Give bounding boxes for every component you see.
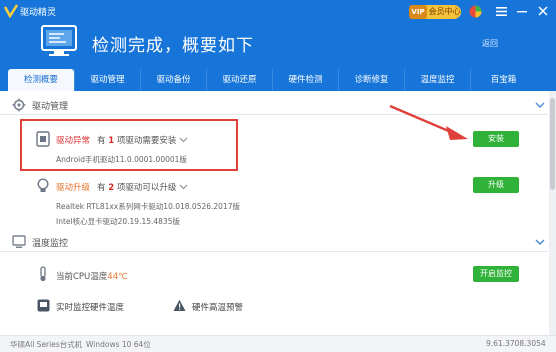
- close-icon[interactable]: [536, 4, 550, 18]
- return-link[interactable]: 返回: [482, 38, 498, 49]
- summary-header: 检测完成，概要如下 返回: [0, 22, 556, 69]
- vip-center-button[interactable]: VIP 会员中心: [409, 5, 461, 19]
- realtime-monitor-icon: [37, 299, 50, 312]
- upgrade-bulb-icon: [37, 178, 49, 192]
- upgrade-count: 2: [108, 183, 115, 193]
- page-title: 检测完成，概要如下: [92, 36, 254, 56]
- warning-icon: [173, 299, 186, 311]
- chevron-down-icon: [535, 239, 545, 245]
- arrow-annotation: [389, 104, 468, 140]
- tab-toolbox[interactable]: 百宝箱: [470, 69, 536, 91]
- tab-driver-management[interactable]: 驱动管理: [74, 69, 140, 91]
- tab-diagnose-repair[interactable]: 诊断修复: [338, 69, 404, 91]
- tab-summary[interactable]: 检测概要: [8, 69, 74, 91]
- vip-label: 会员中心: [428, 7, 461, 16]
- tab-hardware-check[interactable]: 硬件检测: [272, 69, 338, 91]
- scrollbar-thumb[interactable]: [550, 98, 555, 190]
- tab-driver-restore[interactable]: 驱动还原: [206, 69, 272, 91]
- machine-model: 华硕All Series台式机: [10, 340, 83, 349]
- driver-section-title: 驱动管理: [32, 102, 69, 112]
- title-bar: 驱动精灵 VIP 会员中心: [0, 0, 556, 22]
- cpu-temperature: 当前CPU温度44℃: [56, 270, 128, 282]
- status-bar: 华硕All Series台式机 Windows 10 64位 9.61.3708…: [0, 335, 556, 352]
- cpu-temperature-value: 44℃: [107, 272, 128, 282]
- app-version: 9.61.3708.3054: [486, 339, 546, 348]
- upgrade-button[interactable]: 升级: [473, 177, 519, 193]
- temperature-section-header[interactable]: 温度监控: [0, 232, 548, 252]
- highlight-frame: [20, 119, 238, 171]
- upgrade-summary: 有 2 项驱动可以升级: [97, 183, 177, 193]
- install-button[interactable]: 安装: [473, 131, 519, 147]
- cpu-temperature-label: 当前CPU温度: [56, 272, 108, 282]
- tab-driver-backup[interactable]: 驱动备份: [140, 69, 206, 91]
- main-tabs: 检测概要 驱动管理 驱动备份 驱动还原 硬件检测 诊断修复 温度监控 百宝箱: [0, 69, 556, 91]
- chevron-down-icon[interactable]: [179, 182, 188, 191]
- gear-icon: [12, 98, 26, 112]
- upgrade-driver-detail: Intel核心显卡驱动20.19.15.4835版: [56, 217, 180, 226]
- chevron-down-icon: [535, 102, 545, 108]
- feature-realtime: 实时监控硬件温度: [56, 303, 125, 313]
- upgrade-status: 驱动升级: [56, 183, 91, 193]
- monitor-scan-icon: [41, 25, 77, 56]
- app-name: 驱动精灵: [20, 8, 57, 18]
- vip-icon: VIP: [409, 5, 427, 19]
- upgrade-driver-detail: Realtek RTL81xx系列网卡驱动10.018.0526.2017版: [56, 202, 240, 211]
- minimize-icon[interactable]: [515, 4, 529, 18]
- thermometer-icon: [40, 266, 46, 282]
- os-version: Windows 10 64位: [86, 340, 151, 349]
- start-monitor-button[interactable]: 开启监控: [473, 266, 519, 282]
- feature-warning: 硬件高温预警: [192, 303, 244, 313]
- monitor-icon: [12, 235, 26, 248]
- color-ball-icon[interactable]: [468, 4, 482, 18]
- temperature-section-title: 温度监控: [32, 239, 69, 249]
- menu-icon[interactable]: [494, 4, 508, 18]
- app-logo-icon: [4, 4, 18, 18]
- tab-temperature-monitor[interactable]: 温度监控: [404, 69, 470, 91]
